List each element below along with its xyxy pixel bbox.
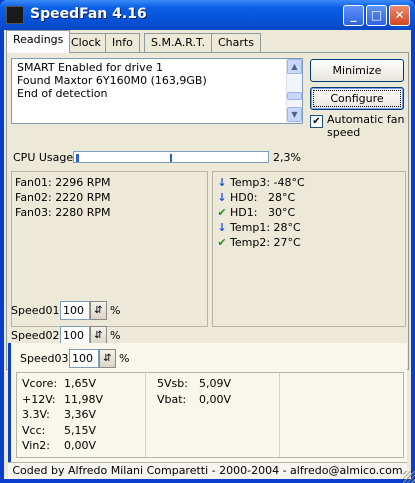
cpu-usage-fill — [76, 154, 79, 162]
column-divider — [145, 373, 146, 457]
voltage-value: 3,36V — [64, 408, 97, 421]
temp-name: Temp1: — [230, 221, 271, 234]
column-divider — [279, 373, 280, 457]
maximize-window-button[interactable]: □ — [366, 5, 387, 26]
speed03-input[interactable]: 100 — [69, 349, 99, 368]
voltage-row: 5Vsb: 5,09V — [157, 376, 231, 392]
voltage-row: +12V: 11,98V — [22, 392, 103, 408]
voltage-value: 11,98V — [64, 392, 104, 406]
speed03-unit: % — [119, 352, 130, 365]
minimize-window-button[interactable]: _ — [343, 5, 364, 26]
temp-name: Temp2: — [230, 236, 271, 249]
minimize-button[interactable]: Minimize — [310, 59, 404, 82]
fan-name: Fan01: — [15, 176, 52, 189]
fan-name: Fan03: — [15, 206, 52, 219]
scroll-down-icon[interactable]: ▼ — [287, 107, 302, 122]
cpu-usage-marker — [170, 154, 172, 162]
voltage-name: +12V: — [22, 392, 56, 406]
window-title: SpeedFan 4.16 — [30, 6, 147, 22]
voltage-value: 5,09V — [199, 377, 232, 390]
voltage-row: Vcc: 5,15V — [22, 423, 103, 439]
temp-row: ↓ HD0: 28°C — [214, 190, 404, 205]
voltages-left-column: Vcore: 1,65V +12V: 11,98V 3.3V: 3,36V Vcc: 5… — [22, 376, 103, 454]
fan-value: 2220 RPM — [55, 191, 111, 204]
log-line: Found Maxtor 6Y160M0 (163,9GB) — [17, 74, 207, 87]
down-arrow-icon: ↓ — [217, 221, 227, 234]
fan-row: Fan02: 2220 RPM — [15, 190, 204, 205]
automatic-fan-speed-label: Automatic fan speed — [327, 113, 405, 139]
cpu-usage-bar — [73, 151, 269, 163]
voltage-name: 3.3V: — [22, 408, 50, 421]
down-arrow-icon: ↓ — [217, 176, 227, 189]
temp-row: ✔ Temp2: 27°C — [214, 235, 404, 250]
voltages-group: Vcore: 1,65V +12V: 11,98V 3.3V: 3,36V Vcc: 5… — [16, 372, 404, 458]
footer-credits: Coded by Alfredo Milani Comparetti - 200… — [8, 462, 407, 479]
voltage-value: 0,00V — [199, 392, 232, 406]
voltage-row: Vcore: 1,65V — [22, 376, 103, 392]
check-icon: ✔ — [217, 206, 227, 219]
fan-value: 2296 RPM — [55, 176, 111, 189]
temp-value: 28°C — [273, 221, 301, 234]
close-window-button[interactable]: ✕ — [389, 5, 410, 26]
fan-name: Fan02: — [15, 191, 52, 204]
scroll-up-icon[interactable]: ▲ — [287, 59, 302, 74]
voltage-name: Vcore: — [22, 377, 58, 390]
temp-value: 28°C — [267, 191, 296, 204]
voltage-name: Vcc: — [22, 423, 46, 437]
voltages-right-column: 5Vsb: 5,09V Vbat: 0,00V — [157, 376, 231, 407]
log-line: End of detection — [17, 87, 108, 100]
tab-readings[interactable]: Readings — [6, 30, 71, 53]
temp-name: HD1: — [230, 206, 258, 219]
voltage-row: Vbat: 0,00V — [157, 392, 231, 408]
fan-row: Fan01: 2296 RPM — [15, 175, 204, 190]
fan-value: 2280 RPM — [55, 206, 111, 219]
speed01-spin-icon[interactable]: ⇵ — [90, 301, 107, 320]
speed01-input[interactable]: 100 — [60, 301, 90, 320]
speedfan-app-icon[interactable] — [6, 6, 24, 24]
voltage-name: Vbat: — [157, 392, 187, 406]
temp-value: 30°C — [267, 206, 296, 219]
temp-name: HD0: — [230, 191, 258, 204]
lower-panel: Speed03: 100 ⇵ % Vcore: 1,65V +12V: 11,98V… — [8, 343, 407, 479]
voltage-value: 1,65V — [64, 377, 97, 390]
speed01-label: Speed01: — [11, 304, 64, 317]
temp-value: -48°C — [273, 176, 305, 189]
voltage-value: 5,15V — [64, 423, 97, 437]
temp-name: Temp3: — [230, 176, 271, 189]
scroll-thumb[interactable] — [287, 92, 302, 100]
log-line: SMART Enabled for drive 1 — [17, 61, 163, 74]
temp-row: ✔ HD1: 30°C — [214, 205, 404, 220]
speed01-unit: % — [110, 304, 121, 317]
down-arrow-icon: ↓ — [217, 191, 227, 204]
readings-panel: SMART Enabled for drive 1 Found Maxtor 6… — [6, 52, 409, 370]
voltage-name: 5Vsb: — [157, 377, 188, 390]
speed03-label: Speed03: — [20, 352, 73, 365]
tab-charts[interactable]: Charts — [211, 33, 261, 53]
log-textbox[interactable]: SMART Enabled for drive 1 Found Maxtor 6… — [11, 58, 303, 124]
temp-row: ↓ Temp1: 28°C — [214, 220, 404, 235]
voltage-row: 3.3V: 3,36V — [22, 407, 103, 423]
voltage-row: Vin2: 0,00V — [22, 438, 103, 454]
temp-value: 27°C — [273, 236, 301, 249]
tab-info[interactable]: Info — [105, 33, 140, 53]
fan-row: Fan03: 2280 RPM — [15, 205, 204, 220]
resize-grip-icon[interactable] — [403, 471, 415, 483]
voltage-name: Vin2: — [22, 439, 51, 452]
title-bar[interactable]: SpeedFan 4.16 _ □ ✕ — [0, 0, 415, 30]
temp-row: ↓ Temp3: -48°C — [214, 175, 404, 190]
check-icon: ✔ — [217, 236, 227, 249]
configure-button[interactable]: Configure — [310, 87, 404, 110]
tab-smart[interactable]: S.M.A.R.T. — [144, 33, 212, 53]
cpu-usage-label: CPU Usage — [13, 151, 74, 164]
automatic-fan-speed-checkbox[interactable]: ✔ — [310, 115, 323, 128]
temperatures-group: ↓ Temp3: -48°C ↓ HD0: 28°C ✔ HD1: 30°C ↓ Tem… — [212, 171, 406, 327]
speed03-spin-icon[interactable]: ⇵ — [99, 349, 116, 368]
cpu-usage-value: 2,3% — [273, 151, 301, 164]
voltage-value: 0,00V — [64, 439, 97, 452]
tab-clock[interactable]: Clock — [64, 33, 108, 53]
log-scrollbar[interactable]: ▲ ▼ — [286, 59, 302, 123]
